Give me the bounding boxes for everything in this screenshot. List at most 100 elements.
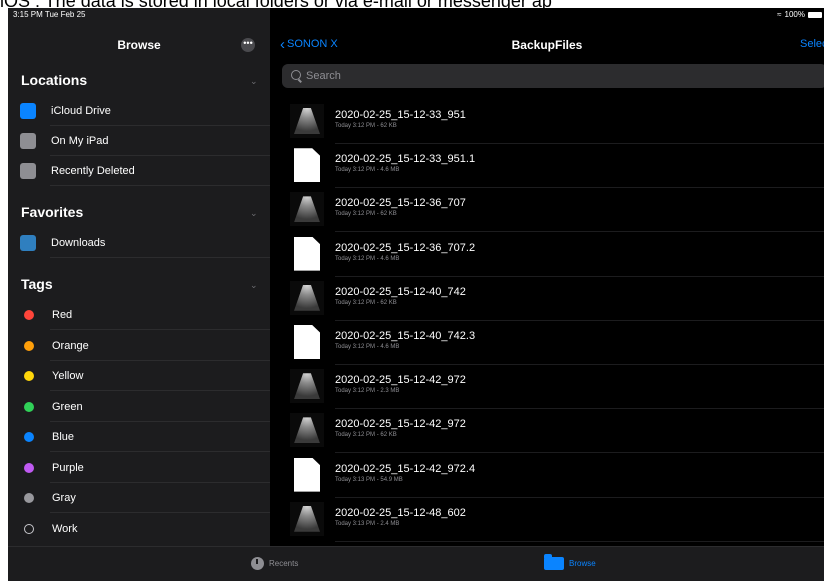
sidebar-item-on-my-ipad[interactable]: On My iPad [20,126,270,156]
file-row[interactable]: 2020-02-25_15-12-36_707 Today 3:12 PM - 6… [290,192,824,236]
search-input[interactable]: Search [282,64,824,88]
divider [335,143,824,144]
divider [50,257,270,258]
file-name: 2020-02-25_15-12-40_742 [335,285,466,298]
locations-header[interactable]: Locations [21,72,261,88]
ultrasound-image-thumbnail [290,104,324,138]
divider [335,408,824,410]
tag-color-dot-icon [24,340,34,351]
tab-browse-label: Browse [569,559,596,568]
tag-color-dot-icon [24,310,34,320]
document-icon [294,325,320,359]
file-name: 2020-02-25_15-12-36_707.2 [335,241,476,254]
file-meta: Today 3:12 PM - 4.6 MB [335,167,400,174]
divider [50,185,270,186]
tab-recents[interactable]: Recents [251,557,298,570]
ultrasound-image-thumbnail [290,192,324,227]
file-meta: Today 3:12 PM - 62 KB [335,299,397,306]
downloads-folder-icon [20,235,36,251]
file-browser: ‹ SONON X BackupFiles Select Search 2020… [270,8,824,546]
tag-color-dot-icon [24,401,34,412]
file-meta: Today 3:12 PM - 62 KB [335,432,397,439]
file-meta: Today 3:13 PM - 54.9 MB [335,476,403,483]
sidebar-item-label: On My iPad [51,135,109,147]
ipad-screen: Browse ••• Locations ⌄ iCloud Drive On My… [8,8,824,581]
document-icon [294,148,320,183]
status-time: 3:15 PM Tue Feb 25 [13,10,86,19]
select-button[interactable]: Select [800,38,824,50]
battery-icon [808,11,822,18]
sidebar-item-label: Yellow [52,370,84,382]
file-meta: Today 3:12 PM - 4.6 MB [335,255,400,262]
search-icon [291,70,301,80]
chevron-down-icon[interactable]: ⌄ [250,208,258,219]
divider [335,275,824,277]
sidebar-item-tag-red[interactable]: Red [20,300,270,330]
tags-header[interactable]: Tags [21,276,261,292]
sidebar-item-label: Blue [52,431,75,443]
file-row[interactable]: 2020-02-25_15-12-33_951.1 Today 3:12 PM -… [290,148,824,192]
file-name: 2020-02-25_15-12-33_951 [335,109,466,121]
file-row[interactable]: 2020-02-25_15-12-40_742.3 Today 3:12 PM -… [290,325,824,369]
sidebar-item-tag-yellow[interactable]: Yellow [20,361,270,391]
sidebar-item-downloads[interactable]: Downloads [20,228,270,258]
sidebar-item-icloud-drive[interactable]: iCloud Drive [20,96,270,126]
document-icon [294,236,320,271]
sidebar-item-label: iCloud Drive [51,105,111,117]
caption-text: iOS : The data is stored in local folder… [0,0,824,8]
file-row[interactable]: 2020-02-25_15-12-48_602 Today 3:13 PM - 2… [290,501,824,546]
ellipsis-icon[interactable]: ••• [241,38,255,52]
page-title: BackupFiles [511,38,583,52]
sidebar-item-tag-blue[interactable]: Blue [20,422,270,452]
sidebar: Browse ••• Locations ⌄ iCloud Drive On My… [8,8,270,546]
wifi-icon: ≈ [777,10,782,19]
sidebar-item-tag-gray[interactable]: Gray [20,483,270,513]
scan-cone [294,108,320,134]
trash-icon [20,163,36,179]
sidebar-item-recently-deleted[interactable]: Recently Deleted [20,156,270,186]
file-name: 2020-02-25_15-12-42_972 [335,374,466,387]
scan-cone [294,373,320,400]
file-row[interactable]: 2020-02-25_15-12-33_951 Today 3:12 PM - 6… [290,104,824,148]
sidebar-item-label: Recently Deleted [51,165,135,177]
file-row[interactable]: 2020-02-25_15-12-42_972.4 Today 3:13 PM -… [290,457,824,502]
file-name: 2020-02-25_15-12-42_972 [335,418,466,431]
file-name: 2020-02-25_15-12-36_707 [335,197,466,210]
tab-browse[interactable]: Browse [544,554,596,570]
file-meta: Today 3:12 PM - 2.3 MB [335,388,400,395]
divider [335,187,824,189]
divider [335,319,824,321]
sidebar-item-tag-orange[interactable]: Orange [20,331,270,361]
chevron-down-icon[interactable]: ⌄ [250,76,258,87]
file-meta: Today 3:12 PM - 62 KB [335,211,397,218]
file-name: 2020-02-25_15-12-48_602 [335,506,466,519]
file-name: 2020-02-25_15-12-33_951.1 [335,153,476,166]
tag-color-dot-icon [24,523,34,534]
search-placeholder: Search [306,70,341,82]
file-name: 2020-02-25_15-12-40_742.3 [335,330,476,342]
folder-icon [544,554,564,570]
file-row[interactable]: 2020-02-25_15-12-36_707.2 Today 3:12 PM -… [290,236,824,281]
favorites-header[interactable]: Favorites [21,204,261,220]
scan-cone [294,417,320,444]
icloud-icon [20,103,36,119]
tag-color-dot-icon [24,371,34,381]
ultrasound-image-thumbnail [290,413,324,448]
divider [335,364,824,365]
ultrasound-image-thumbnail [290,501,324,536]
file-row[interactable]: 2020-02-25_15-12-42_972 Today 3:12 PM - 6… [290,413,824,457]
scan-cone [294,505,320,532]
chevron-down-icon[interactable]: ⌄ [250,280,258,291]
sidebar-item-tag-green[interactable]: Green [20,392,270,422]
sidebar-item-tag-purple[interactable]: Purple [20,453,270,483]
sidebar-item-label: Purple [52,461,84,474]
sidebar-item-label: Work [52,522,78,535]
file-row[interactable]: 2020-02-25_15-12-42_972 Today 3:12 PM - 2… [290,369,824,413]
divider [335,231,824,233]
tab-bar: Recents Browse [8,546,824,581]
file-row[interactable]: 2020-02-25_15-12-40_742 Today 3:12 PM - 6… [290,280,824,325]
divider [335,452,824,454]
sidebar-item-tag-work[interactable]: Work [20,514,270,544]
scan-cone [294,284,320,311]
sidebar-item-label: Orange [52,339,89,352]
